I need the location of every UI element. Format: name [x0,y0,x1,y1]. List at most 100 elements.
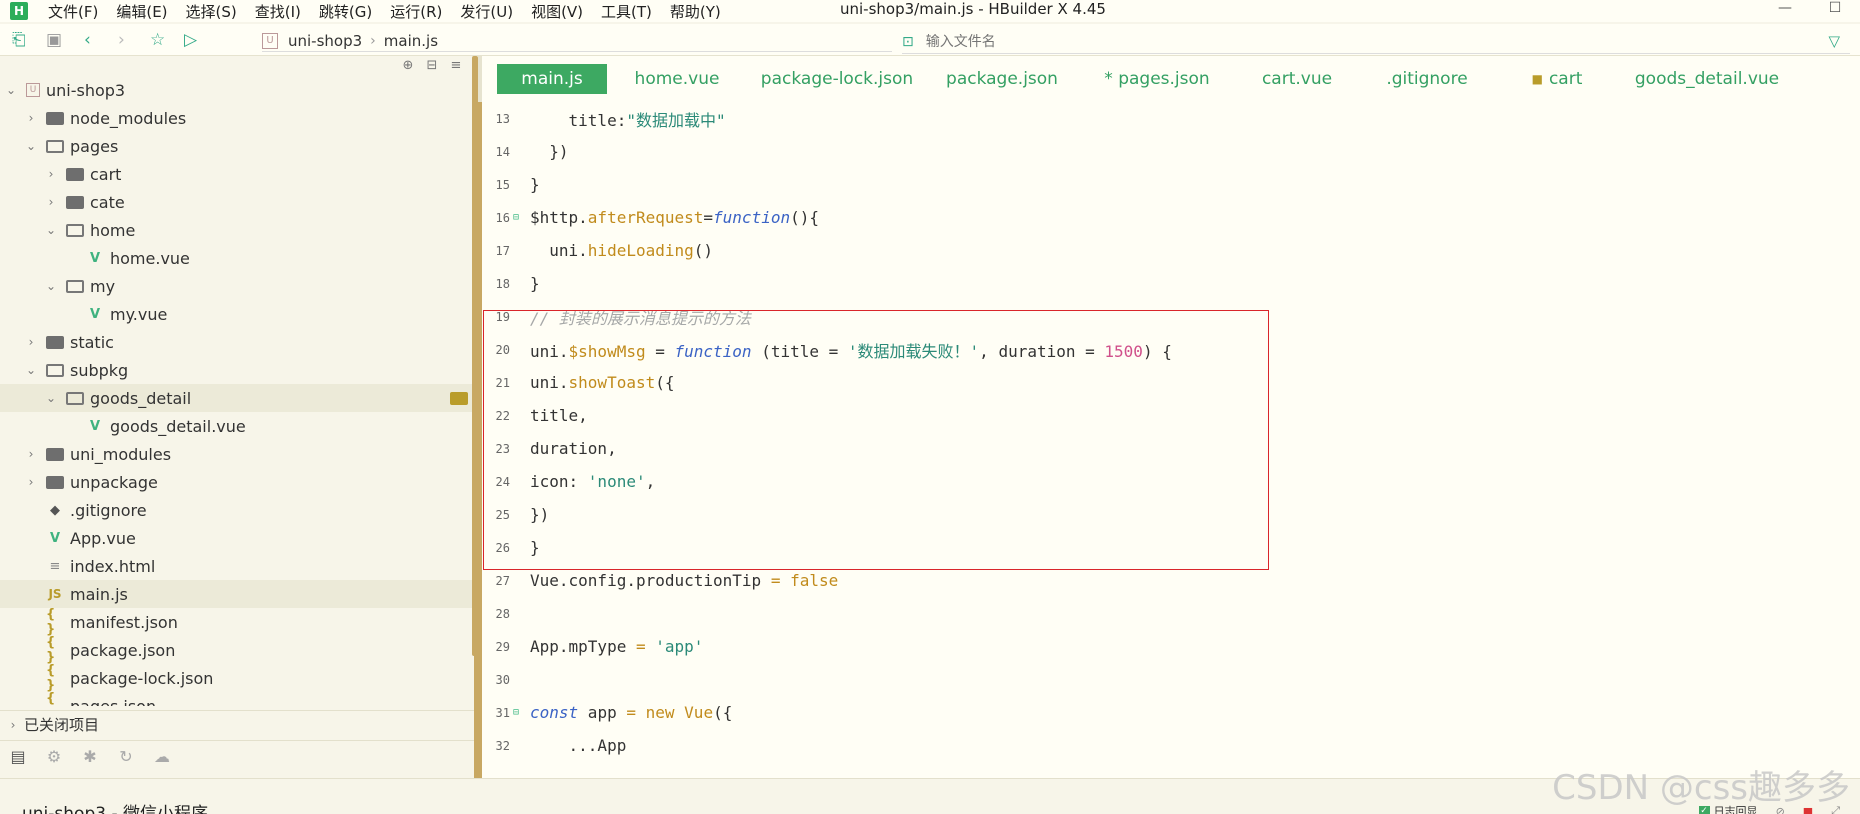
menu-item[interactable]: 编辑(E) [116,1,167,22]
tab-package-json[interactable]: package.json [927,64,1077,94]
code-token: new [645,703,675,722]
tree-item[interactable]: Vgoods_detail.vue [0,412,476,440]
menu-item[interactable]: 文件(F) [48,1,98,22]
code-line[interactable]: 30 [482,663,1860,696]
tab-gitignore[interactable]: .gitignore [1357,64,1497,94]
maximize-button[interactable]: ☐ [1810,0,1860,16]
code-line[interactable]: 27 Vue.config.productionTip = false [482,564,1860,597]
code-line[interactable]: 21 uni.showToast({ [482,366,1860,399]
run-icon[interactable]: ▷ [184,30,197,50]
open-folder-icon[interactable] [450,391,468,405]
tree-item[interactable]: { } package-lock.json [0,663,476,693]
chevron-right-icon[interactable]: › [24,475,38,489]
code-line[interactable]: 32 ...App [482,729,1860,762]
tab-goods-detail-vue[interactable]: goods_detail.vue [1617,64,1797,94]
chevron-down-icon[interactable]: ⌄ [24,363,38,377]
collapse-all-icon[interactable]: ⊟ [420,58,444,73]
locate-file-icon[interactable]: ⊕ [396,58,420,73]
tab-home-vue[interactable]: home.vue [607,64,747,94]
tree-item[interactable]: › cate [0,188,476,216]
code-line[interactable]: 15} [482,168,1860,201]
menu-item[interactable]: 工具(T) [601,1,652,22]
tree-item[interactable]: JS main.js [0,580,476,608]
code-line[interactable]: 28 [482,597,1860,630]
tree-item[interactable]: › cart [0,160,476,188]
tree-item[interactable]: Vhome.vue [0,244,476,272]
code-line[interactable]: 17 uni.hideLoading() [482,234,1860,267]
tree-item[interactable]: ⌄ my [0,272,476,300]
menu-item[interactable]: 发行(U) [460,1,513,22]
tab-package-lock-json[interactable]: package-lock.json [747,64,927,94]
code-line[interactable]: 18} [482,267,1860,300]
code-line[interactable]: 31 ⊟ const app = new Vue({ [482,696,1860,729]
fold-toggle-icon[interactable]: ⊟ [510,707,522,718]
filter-icon[interactable]: ▽ [1828,32,1840,50]
back-icon[interactable]: ‹ [84,30,91,50]
code-line[interactable]: 14 }) [482,135,1860,168]
plugin-icon[interactable]: ⚙ [36,747,72,766]
menu-item[interactable]: 帮助(Y) [670,1,721,22]
tab-cart-vue[interactable]: cart.vue [1237,64,1357,94]
new-file-icon[interactable]: ⎗ [12,30,26,50]
code-line[interactable]: 13 title:"数据加载中" [482,102,1860,135]
explorer-menu-icon[interactable]: ≡ [444,58,468,73]
tree-item[interactable]: › static [0,328,476,356]
tree-item[interactable]: ◆ .gitignore [0,496,476,524]
chevron-down-icon[interactable]: ⌄ [44,223,58,237]
chevron-right-icon[interactable]: › [24,447,38,461]
tab-cart[interactable]: ■ cart [1497,64,1617,94]
chevron-right-icon[interactable]: › [44,195,58,209]
tree-item[interactable]: ⌄ goods_detail [0,384,476,412]
code-line[interactable]: 16 ⊟ $http.afterRequest=function(){ [482,201,1860,234]
tree-item[interactable]: ≡ index.html [0,552,476,580]
cloud-icon[interactable]: ☁ [144,747,180,766]
menu-item[interactable]: 运行(R) [390,1,442,22]
forward-icon[interactable]: › [118,30,125,50]
chevron-down-icon[interactable]: ⌄ [24,139,38,153]
code-line[interactable]: 20 uni.$showMsg = function (title = '数据加载… [482,333,1860,366]
tree-item[interactable]: V App.vue [0,524,476,552]
fold-toggle-icon[interactable]: ⊟ [510,212,522,223]
code-editor[interactable]: 13 title:"数据加载中" 14 }) 15} 16 ⊟ $http.afterRe… [482,102,1860,778]
chevron-right-icon[interactable]: › [24,335,38,349]
chevron-down-icon[interactable]: ⌄ [44,279,58,293]
tab-pages-json[interactable]: * pages.json [1077,64,1237,94]
code-line[interactable]: 26} [482,531,1860,564]
breadcrumb-file[interactable]: main.js [384,32,438,50]
bookmark-star-icon[interactable]: ☆ [150,30,165,50]
chevron-down-icon[interactable]: ⌄ [4,83,18,97]
tree-item[interactable]: Vmy.vue [0,300,476,328]
code-line[interactable]: 29 App.mpType = 'app' [482,630,1860,663]
refresh-icon[interactable]: ↻ [108,747,144,766]
breadcrumb-project[interactable]: uni-shop3 [288,32,362,50]
closed-projects[interactable]: › 已关闭项目 [0,710,478,738]
tree-item[interactable]: ⌄ subpkg [0,356,476,384]
tree-item[interactable]: ⌄ Uuni-shop3 [0,76,476,104]
tab-main-js[interactable]: main.js [497,64,607,94]
tree-item[interactable]: { } manifest.json [0,607,476,637]
code-line[interactable]: 23 duration, [482,432,1860,465]
tree-item[interactable]: › uni_modules [0,440,476,468]
tree-item[interactable]: ⌄ home [0,216,476,244]
tree-item[interactable]: › node_modules [0,104,476,132]
menu-item[interactable]: 跳转(G) [319,1,372,22]
code-line[interactable]: 25}) [482,498,1860,531]
chevron-down-icon[interactable]: ⌄ [44,391,58,405]
code-line[interactable]: 22 title, [482,399,1860,432]
menu-item[interactable]: 查找(I) [255,1,301,22]
chevron-right-icon[interactable]: › [24,111,38,125]
file-search-input[interactable] [925,33,1726,50]
tree-item[interactable]: { } pages.json [0,691,476,706]
tree-item[interactable]: ⌄ pages [0,132,476,160]
save-icon[interactable]: ▣ [46,30,62,50]
debug-icon[interactable]: ✱ [72,747,108,766]
chevron-right-icon[interactable]: › [44,167,58,181]
tree-item[interactable]: { } package.json [0,635,476,665]
minimize-button[interactable]: — [1760,0,1810,16]
code-line[interactable]: 19 // 封装的展示消息提示的方法 [482,300,1860,333]
project-manager-icon[interactable]: ▤ [0,747,36,766]
menu-item[interactable]: 选择(S) [186,1,237,22]
menu-item[interactable]: 视图(V) [531,1,583,22]
code-line[interactable]: 24 icon: 'none', [482,465,1860,498]
tree-item[interactable]: › unpackage [0,468,476,496]
